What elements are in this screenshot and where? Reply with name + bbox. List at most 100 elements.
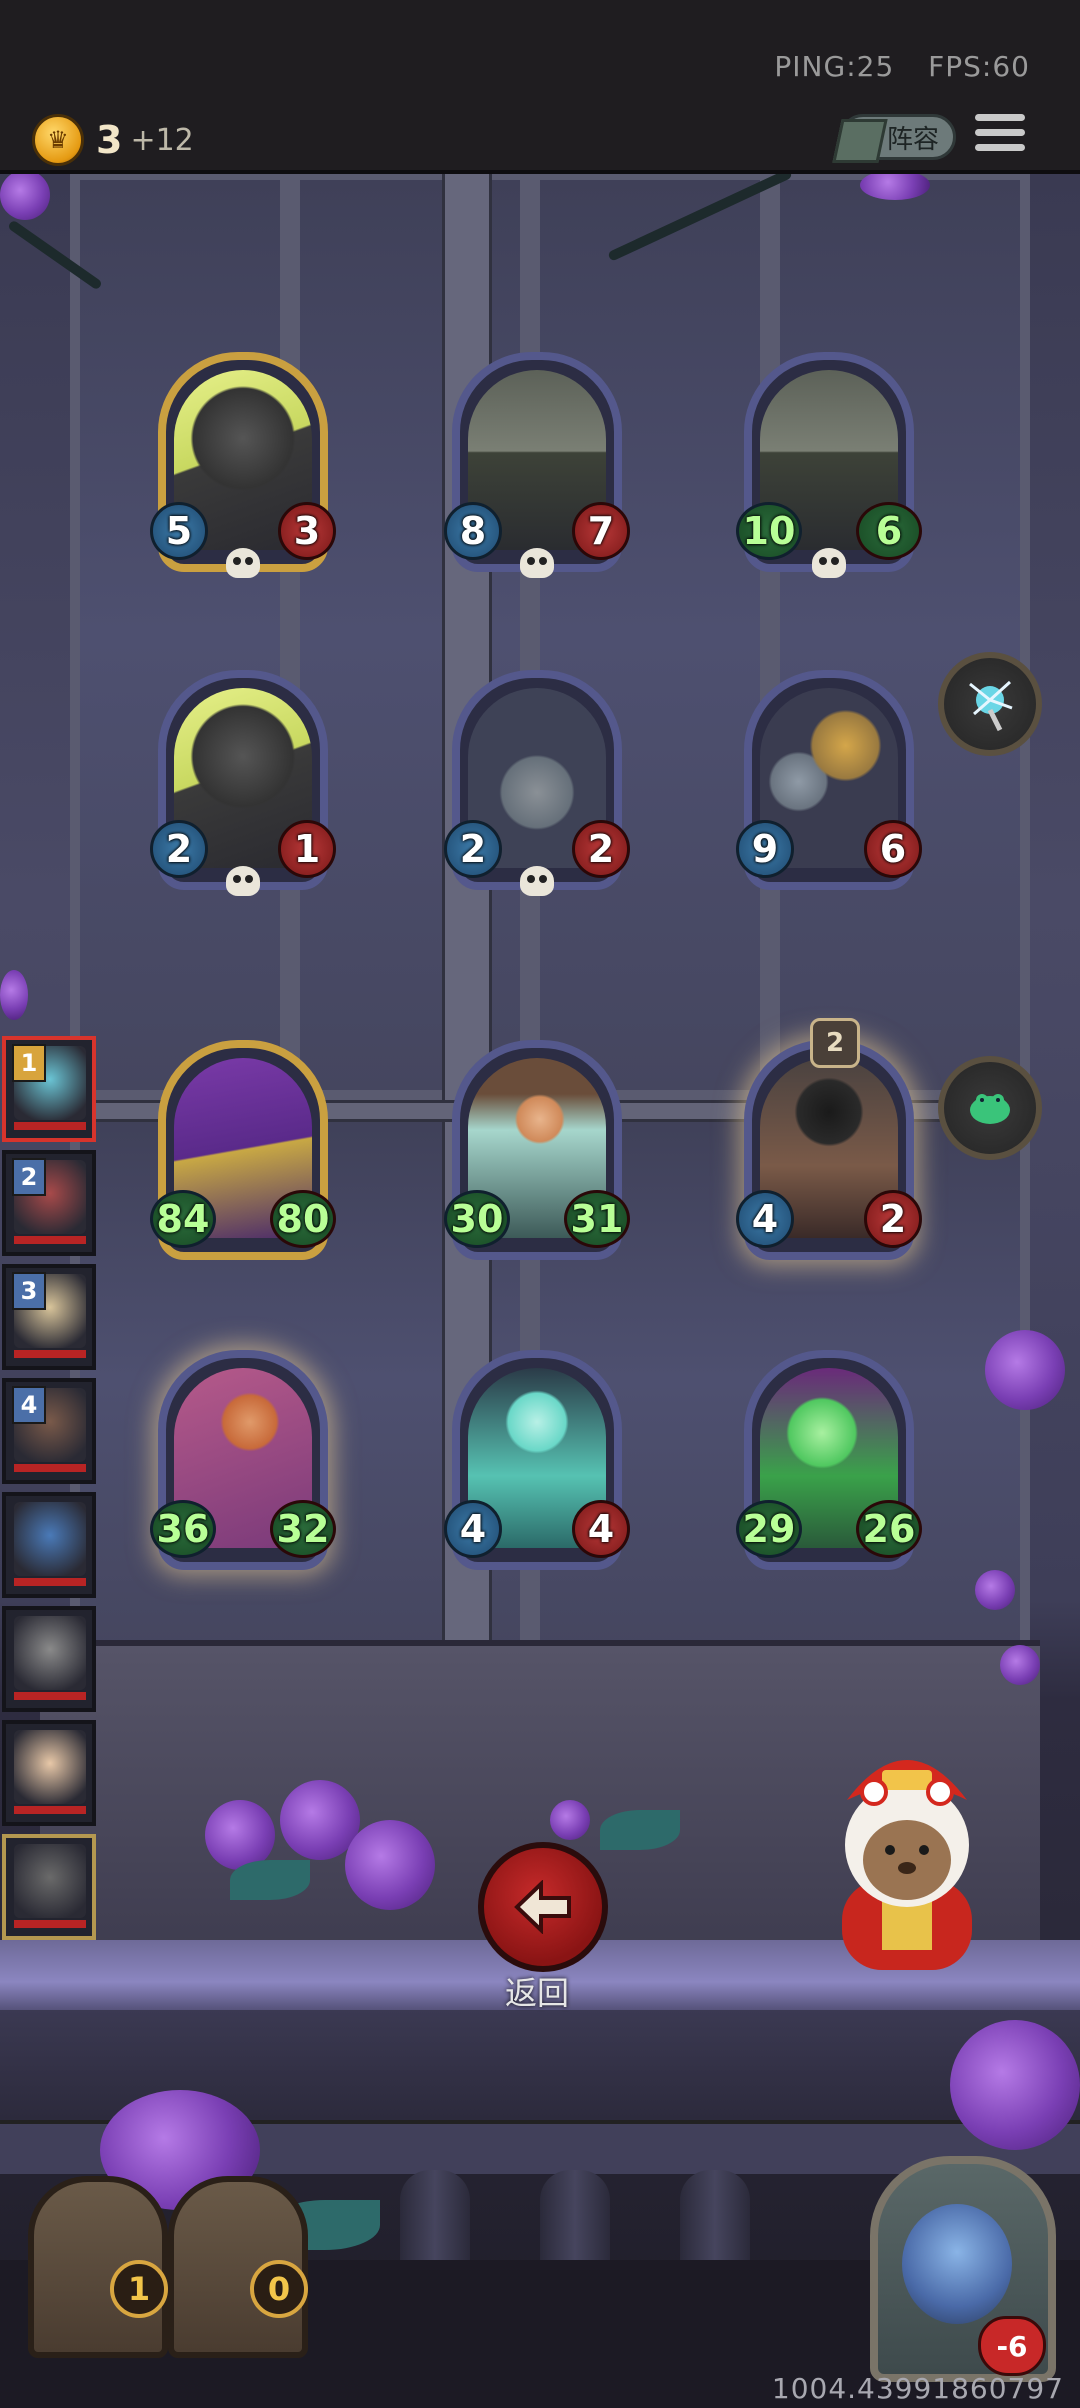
rose-decoration: [345, 1820, 435, 1910]
back-button[interactable]: [478, 1842, 608, 1972]
health-stat: 6: [856, 502, 922, 560]
back-label: 返回: [504, 1974, 569, 2012]
attack-stat: 29: [736, 1500, 802, 1558]
rose-decoration: [1000, 1645, 1040, 1685]
skull-icon: [520, 866, 554, 896]
skull-icon: [226, 548, 260, 578]
minion-card[interactable]: 44: [444, 1350, 630, 1580]
opponent-rank: 3: [12, 1272, 46, 1310]
opponent-rank: 1: [12, 1044, 46, 1082]
tier-badge: 2: [810, 1018, 860, 1068]
book-icon: [832, 119, 888, 163]
build-id: 1004.43991860797: [771, 2372, 1064, 2405]
fps-readout: FPS:60: [928, 50, 1030, 83]
chest-area: 1 0: [18, 2176, 308, 2358]
network-stats: PING:25 FPS:60: [750, 50, 1030, 83]
menu-line: [975, 114, 1025, 121]
opponent-slot[interactable]: 3: [2, 1264, 96, 1370]
crown-coin-icon: ♛: [32, 114, 84, 166]
rose-decoration: [0, 970, 28, 1020]
opponent-health-bar: [14, 1692, 86, 1700]
rose-decoration: [550, 1800, 590, 1840]
minion-card[interactable]: 36 32: [150, 1350, 336, 1580]
health-stat: 32: [270, 1500, 336, 1558]
opponent-health-bar: [14, 1920, 86, 1928]
minion-card[interactable]: 4 2 2: [736, 1018, 922, 1270]
attack-stat: 36: [150, 1500, 216, 1558]
opponent-slot[interactable]: [2, 1720, 96, 1826]
lightning-mace-icon: [969, 680, 1013, 732]
attack-stat: 8: [444, 502, 502, 560]
skull-icon: [812, 548, 846, 578]
lion-dance-mascot[interactable]: [812, 1730, 1002, 1980]
health-stat: 3: [278, 502, 336, 560]
minion-card[interactable]: 29 26: [736, 1350, 922, 1580]
attack-stat: 30: [444, 1190, 510, 1248]
rose-decoration: [975, 1570, 1015, 1610]
health-stat: 2: [572, 820, 630, 878]
lineup-button[interactable]: 阵容: [832, 114, 956, 163]
minion-card[interactable]: 10 6: [736, 352, 922, 582]
minion-card[interactable]: 96: [736, 670, 922, 900]
attack-stat: 4: [444, 1500, 502, 1558]
window-pane: [290, 170, 530, 1100]
health-stat: 1: [278, 820, 336, 878]
opponent-rank: 2: [12, 1158, 46, 1196]
ping-readout: PING:25: [774, 50, 895, 83]
opponent-avatar: [14, 1730, 86, 1804]
menu-button[interactable]: [975, 114, 1025, 160]
menu-line: [975, 129, 1025, 136]
attack-stat: 10: [736, 502, 802, 560]
window-pane: [70, 170, 290, 1100]
hero-health-heart: -6: [978, 2316, 1046, 2376]
opponent-slot[interactable]: 2: [2, 1150, 96, 1256]
chest-count-right: 0: [250, 2260, 308, 2318]
opponent-rank: 4: [12, 1386, 46, 1424]
opponent-avatar: [14, 1616, 86, 1690]
minion-card[interactable]: 21: [150, 670, 336, 900]
opponent-health-bar: [14, 1236, 86, 1244]
opponent-avatar: [14, 1844, 86, 1918]
opponent-slot[interactable]: [2, 1606, 96, 1712]
lightning-mace-orb[interactable]: [938, 652, 1042, 756]
opponent-health-bar: [14, 1464, 86, 1472]
health-stat: 31: [564, 1190, 630, 1248]
health-stat: 6: [864, 820, 922, 878]
health-stat: 2: [864, 1190, 922, 1248]
rose-decoration: [950, 2020, 1080, 2150]
minion-card[interactable]: 30 31: [444, 1040, 630, 1270]
opponent-health-bar: [14, 1578, 86, 1586]
opponent-slot[interactable]: 4: [2, 1378, 96, 1484]
opponent-health-bar: [14, 1122, 86, 1130]
opponent-slot[interactable]: [2, 1492, 96, 1598]
rose-decoration: [0, 170, 50, 220]
leaf-decoration: [230, 1860, 310, 1900]
attack-stat: 5: [150, 502, 208, 560]
window-pane: [530, 170, 770, 1100]
attack-stat: 4: [736, 1190, 794, 1248]
health-stat: 26: [856, 1500, 922, 1558]
green-frog-orb[interactable]: [938, 1056, 1042, 1160]
attack-stat: 84: [150, 1190, 216, 1248]
lineup-label: 阵容: [886, 124, 939, 155]
minion-card[interactable]: 84 80: [150, 1040, 336, 1270]
health-stat: 7: [572, 502, 630, 560]
opponent-health-bar: [14, 1350, 86, 1358]
minion-card[interactable]: 22: [444, 670, 630, 900]
top-bar: PING:25 FPS:60 ♛ 3 +12 阵容: [0, 0, 1080, 174]
skull-icon: [520, 548, 554, 578]
minion-card[interactable]: 87: [444, 352, 630, 582]
hero-bear-face: [902, 2204, 1012, 2324]
opponent-slot[interactable]: [2, 1834, 96, 1940]
attack-stat: 2: [444, 820, 502, 878]
opponent-slot[interactable]: 1: [2, 1036, 96, 1142]
chest-count-left: 1: [110, 2260, 168, 2318]
rose-decoration: [860, 170, 930, 200]
skull-icon: [226, 866, 260, 896]
health-stat: 4: [572, 1500, 630, 1558]
minion-card[interactable]: 53: [150, 352, 336, 582]
gold-amount: 3: [96, 118, 123, 162]
menu-line: [975, 144, 1025, 151]
gold-income: +12: [130, 122, 194, 158]
leaf-decoration: [600, 1810, 680, 1850]
